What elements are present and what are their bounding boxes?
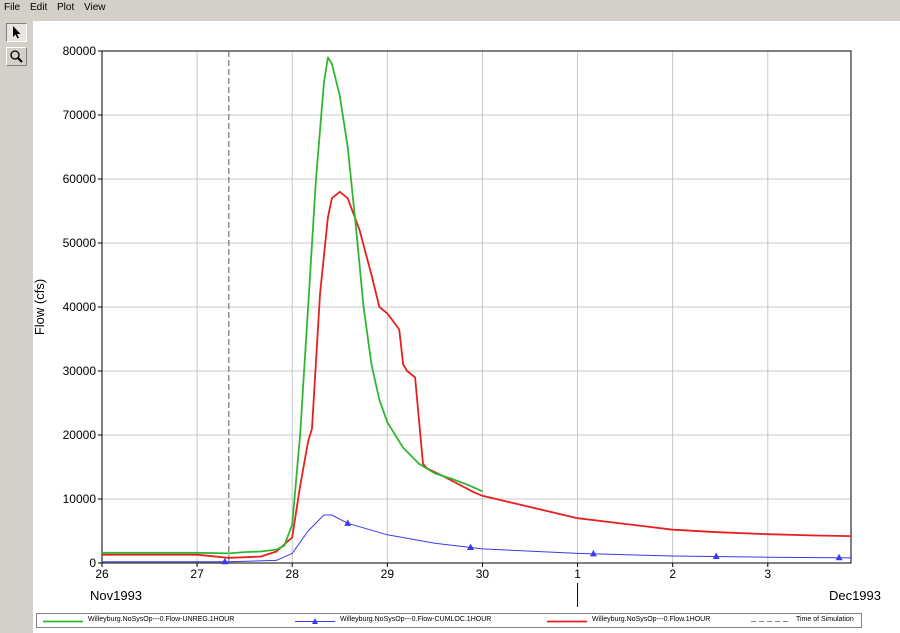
x-tick-label-2: 28: [286, 567, 300, 581]
cumloc-marker-4: [712, 552, 720, 560]
cumloc-marker-0: [221, 557, 229, 565]
x-tick-label-1: 27: [190, 567, 204, 581]
y-tick-label-4: 40000: [63, 300, 97, 314]
zoom-tool-button[interactable]: [6, 47, 27, 66]
legend-label-time-of-simulation: Time of Simulation: [796, 616, 854, 623]
y-tick-label-6: 60000: [63, 172, 97, 186]
cumloc-marker-5: [835, 553, 843, 561]
x-tick-label-6: 2: [669, 567, 676, 581]
legend-swatch-cumloc: [295, 618, 335, 624]
x-tick-label-0: 26: [95, 567, 109, 581]
legend-swatch-flow: [547, 620, 587, 623]
x-tick-label-4: 30: [476, 567, 490, 581]
pointer-tool-button[interactable]: [6, 23, 27, 42]
y-tick-label-7: 70000: [63, 108, 97, 122]
menu-edit[interactable]: Edit: [30, 2, 47, 13]
y-tick-label-8: 80000: [63, 44, 97, 58]
menu-bar: File Edit Plot View: [0, 0, 900, 17]
month-label-dec: Dec1993: [829, 588, 881, 603]
cumloc-marker-3: [589, 549, 597, 557]
legend: Willeyburg.NoSysOp---0.Flow-UNREG.1HOUR …: [36, 613, 862, 628]
y-tick-label-5: 50000: [63, 236, 97, 250]
legend-swatch-unreg: [43, 620, 83, 623]
flow-chart[interactable]: 0100002000030000400005000060000700008000…: [33, 21, 900, 613]
chart-panel: 0 10000 20000 30000 40000 50000 60000 70000 8000…: [33, 21, 900, 633]
legend-swatch-time-of-simulation: [751, 621, 791, 622]
menu-view[interactable]: View: [84, 2, 106, 13]
pointer-arrow-icon: [13, 26, 21, 39]
menu-file[interactable]: File: [4, 2, 20, 13]
magnifier-icon: [10, 50, 23, 63]
x-tick-label-5: 1: [574, 567, 581, 581]
y-axis-label: Flow (cfs): [33, 279, 47, 335]
series-line-1: [102, 514, 852, 563]
x-tick-label-7: 3: [764, 567, 771, 581]
menu-plot[interactable]: Plot: [57, 2, 74, 13]
y-tick-label-2: 20000: [63, 428, 97, 442]
y-tick-label-1: 10000: [63, 492, 97, 506]
legend-label-unreg: Willeyburg.NoSysOp---0.Flow-UNREG.1HOUR: [88, 616, 235, 623]
legend-label-cumloc: Willeyburg.NoSysOp---0.Flow-CUMLOC.1HOUR: [340, 616, 492, 623]
y-tick-label-3: 30000: [63, 364, 97, 378]
series-line-2: [102, 190, 852, 559]
month-label-nov: Nov1993: [90, 588, 142, 603]
legend-label-flow: Willeyburg.NoSysOp---0.Flow.1HOUR: [592, 616, 711, 623]
x-tick-label-3: 29: [381, 567, 395, 581]
